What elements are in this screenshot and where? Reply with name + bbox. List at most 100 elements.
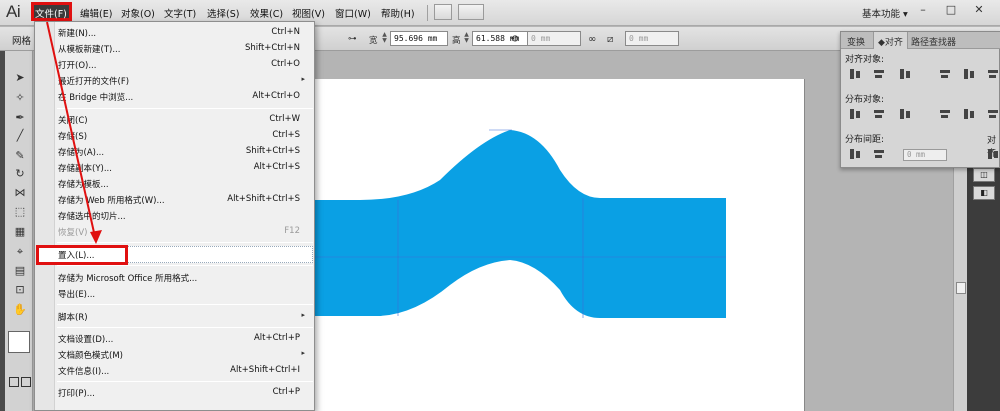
- distribute-object-icon[interactable]: [987, 108, 999, 120]
- menu-item-save-as-template[interactable]: 存储为模板...: [35, 175, 314, 192]
- align-object-icon[interactable]: [899, 68, 911, 80]
- align-object-icon[interactable]: [939, 68, 951, 80]
- distribute-objects-label: 分布对象:: [845, 95, 885, 105]
- icon-glyph: [906, 111, 910, 118]
- artboard-tool-icon[interactable]: ⊡: [12, 283, 28, 297]
- menu-item-shortcut: Alt+Shift+Ctrl+I: [230, 365, 300, 375]
- menu-item-scripts[interactable]: 脚本(R) ▸: [35, 308, 314, 325]
- menu-item-label: 打印(P)...: [58, 389, 95, 399]
- menu-item-label: 导出(E)...: [58, 290, 96, 300]
- menu-item-new[interactable]: 新建(N)... Ctrl+N: [35, 24, 314, 41]
- icon-glyph: [850, 149, 854, 159]
- menu-item-open[interactable]: 打开(O)... Ctrl+O: [35, 56, 314, 73]
- menu-item-browse-bridge[interactable]: 在 Bridge 中浏览... Alt+Ctrl+O: [35, 88, 314, 105]
- distribute-object-icon[interactable]: [849, 108, 861, 120]
- magic-wand-tool-icon[interactable]: ✧: [12, 91, 28, 105]
- place-item-highlight: [36, 245, 128, 265]
- menu-item-save-ms-office[interactable]: 存储为 Microsoft Office 所用格式...: [35, 269, 314, 286]
- pen-tool-icon[interactable]: ✒: [12, 111, 28, 125]
- menu-item-save-as[interactable]: 存储为(A)... Shift+Ctrl+S: [35, 143, 314, 160]
- menu-item-shortcut: Ctrl+N: [271, 27, 300, 37]
- distribute-object-icon[interactable]: [939, 108, 951, 120]
- menu-item-label: 存储副本(Y)...: [58, 164, 112, 174]
- icon-glyph: [874, 150, 884, 153]
- align-object-icon[interactable]: [873, 68, 885, 80]
- icon-glyph: [856, 71, 860, 78]
- menu-item-file-info[interactable]: 文件信息(I)... Alt+Shift+Ctrl+I: [35, 362, 314, 379]
- dock-panel-icon[interactable]: ◫: [973, 168, 995, 182]
- hand-tool-icon[interactable]: ✋: [12, 303, 28, 317]
- line-tool-icon[interactable]: ╱: [12, 129, 28, 143]
- icon-glyph: [906, 71, 910, 78]
- icon-glyph: [941, 115, 948, 118]
- distribute-object-icon[interactable]: [963, 108, 975, 120]
- menu-item-print[interactable]: 打印(P)... Ctrl+P: [35, 384, 314, 401]
- menu-item-shortcut: Ctrl+P: [272, 387, 300, 397]
- menu-item-shortcut: Alt+Ctrl+S: [253, 162, 300, 172]
- menu-item-export[interactable]: 导出(E)...: [35, 285, 314, 302]
- menu-item-label: 脚本(R): [58, 313, 88, 323]
- align-panel-tabs: 变换 ◆对齐 路径查找器: [841, 32, 1000, 49]
- draw-normal-icon[interactable]: [9, 377, 19, 387]
- menu-item-save-for-web[interactable]: 存储为 Web 所用格式(W)... Alt+Shift+Ctrl+S: [35, 191, 314, 208]
- selection-tool-icon[interactable]: ➤: [12, 71, 28, 85]
- fill-swatch[interactable]: [8, 331, 30, 353]
- tab-pathfinder[interactable]: 路径查找器: [907, 32, 960, 49]
- paintbrush-tool-icon[interactable]: ✎: [12, 149, 28, 163]
- align-object-icon[interactable]: [987, 68, 999, 80]
- align-panel: 变换 ◆对齐 路径查找器 对齐对象: 分布对象: 分布间距: 对齐 0 mm: [840, 31, 1000, 168]
- icon-glyph: [940, 110, 950, 113]
- icon-glyph: [988, 149, 992, 159]
- menu-item-shortcut: Ctrl+W: [269, 114, 300, 124]
- icon-glyph: [900, 69, 904, 79]
- perspective-grid-tool-icon[interactable]: ▦: [12, 225, 28, 239]
- distribute-spacing-icon[interactable]: [873, 148, 885, 160]
- distribute-spacing-icon[interactable]: [849, 148, 861, 160]
- symbol-sprayer-tool-icon[interactable]: ▤: [12, 264, 28, 278]
- menu-item-save-selected-slices[interactable]: 存储选中的切片...: [35, 207, 314, 224]
- align-objects-label: 对齐对象:: [845, 55, 885, 65]
- distribute-object-icon[interactable]: [873, 108, 885, 120]
- align-object-icon[interactable]: [849, 68, 861, 80]
- distribute-spacing-label: 分布间距:: [845, 135, 885, 145]
- menu-item-label: 存储为 Web 所用格式(W)...: [58, 196, 165, 206]
- icon-glyph: [874, 110, 884, 113]
- menu-item-shortcut: Shift+Ctrl+S: [245, 146, 300, 156]
- menu-item-label: 最近打开的文件(F): [58, 77, 130, 87]
- menu-item-label: 新建(N)...: [58, 29, 97, 39]
- width-tool-icon[interactable]: ⋈: [12, 186, 28, 200]
- icon-glyph: [989, 75, 996, 78]
- menu-separator: [57, 304, 313, 305]
- screen-mode-icon[interactable]: [21, 377, 31, 387]
- menu-item-close[interactable]: 关闭(C) Ctrl+W: [35, 111, 314, 128]
- menu-item-shortcut: Ctrl+O: [271, 59, 300, 69]
- menu-item-document-color-mode[interactable]: 文档颜色模式(M) ▸: [35, 346, 314, 363]
- icon-glyph: [850, 109, 854, 119]
- dock-panel-icon[interactable]: ◧: [973, 186, 995, 200]
- menu-item-save-copy[interactable]: 存储副本(Y)... Alt+Ctrl+S: [35, 159, 314, 176]
- tab-transform[interactable]: 变换: [843, 32, 869, 49]
- spacing-field[interactable]: 0 mm: [903, 149, 947, 161]
- align-object-icon[interactable]: [963, 68, 975, 80]
- menu-item-document-setup[interactable]: 文档设置(D)... Alt+Ctrl+P: [35, 330, 314, 347]
- menu-separator: [57, 242, 313, 243]
- eyedropper-tool-icon[interactable]: ⌖: [12, 245, 28, 259]
- menu-item-shortcut: Alt+Ctrl+P: [253, 333, 300, 343]
- menu-item-open-recent[interactable]: 最近打开的文件(F) ▸: [35, 72, 314, 89]
- icon-glyph: [989, 115, 996, 118]
- icon-glyph: [850, 69, 854, 79]
- rotate-tool-icon[interactable]: ↻: [12, 167, 28, 181]
- tab-align-label: 对齐: [884, 38, 903, 48]
- distribute-object-icon[interactable]: [899, 108, 911, 120]
- selected-wave-shape[interactable]: [300, 130, 726, 318]
- menu-item-label: 存储为 Microsoft Office 所用格式...: [58, 274, 198, 284]
- align-to-icon[interactable]: [987, 148, 999, 160]
- tab-align[interactable]: ◆对齐: [873, 32, 908, 49]
- icon-glyph: [875, 115, 882, 118]
- menu-item-save[interactable]: 存储(S) Ctrl+S: [35, 127, 314, 144]
- menu-item-new-from-template[interactable]: 从模板新建(T)... Shift+Ctrl+N: [35, 40, 314, 57]
- scrollbar-thumb[interactable]: [956, 282, 966, 294]
- free-transform-tool-icon[interactable]: ⬚: [12, 205, 28, 219]
- menu-item-label: 存储选中的切片...: [58, 212, 126, 222]
- icon-glyph: [856, 111, 860, 118]
